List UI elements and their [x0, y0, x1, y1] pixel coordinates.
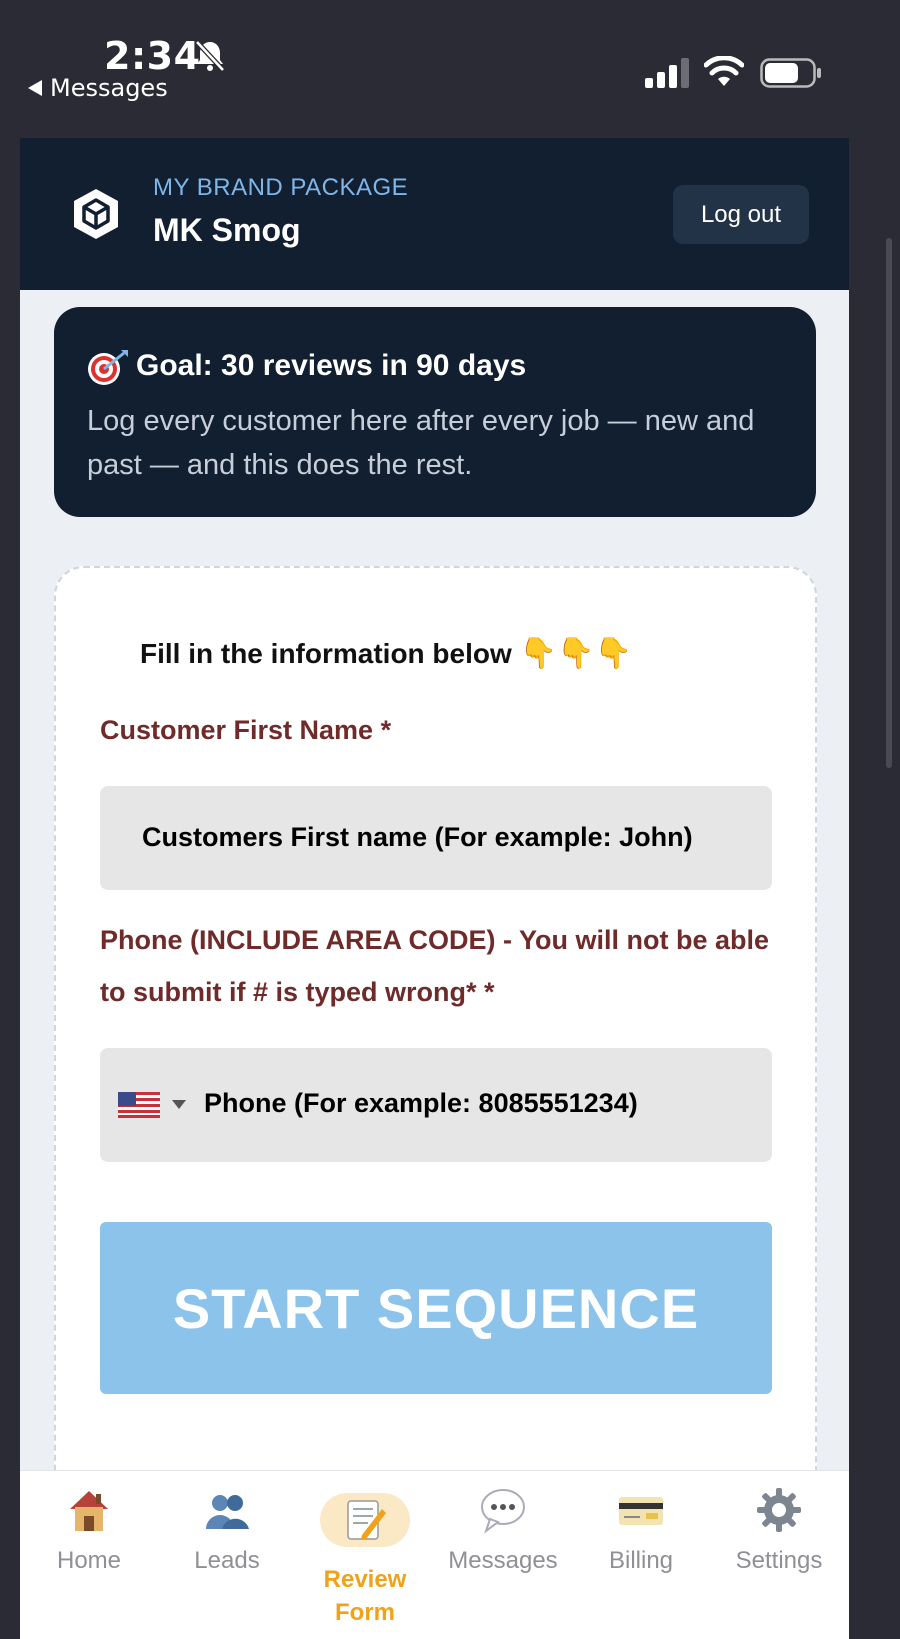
nav-item-messages[interactable]: Messages — [434, 1471, 572, 1639]
phone-input[interactable]: Phone (For example: 8085551234) — [100, 1048, 772, 1162]
scrollbar[interactable] — [886, 238, 892, 768]
first-name-placeholder: Customers First name (For example: John) — [142, 822, 693, 852]
nav-item-home[interactable]: Home — [20, 1471, 158, 1639]
nav-label-messages: Messages — [448, 1547, 558, 1574]
nav-item-settings[interactable]: Settings — [710, 1471, 848, 1639]
clock: 2:34 — [104, 34, 201, 78]
start-sequence-button[interactable]: START SEQUENCE — [100, 1222, 772, 1394]
house-icon — [70, 1491, 108, 1531]
wifi-icon — [704, 56, 744, 86]
back-label: Messages — [50, 74, 168, 102]
cube-icon — [74, 189, 118, 239]
form-intro-text: Fill in the information below — [140, 637, 512, 669]
memo-icon — [347, 1500, 386, 1540]
first-name-label: Customer First Name * — [100, 715, 392, 745]
credit-card-icon — [619, 1497, 663, 1525]
app-window: MY BRAND PACKAGE MK Smog Log out Goal: 3… — [20, 138, 849, 1639]
nav-label-review-form: Review Form — [323, 1566, 407, 1626]
first-name-input[interactable]: Customers First name (For example: John) — [100, 786, 772, 890]
chat-bubble-icon — [481, 1489, 525, 1534]
back-to-messages-link[interactable]: Messages — [28, 74, 168, 102]
nav-label-settings: Settings — [735, 1547, 823, 1574]
form-intro: Fill in the information below 👇👇👇 — [140, 636, 632, 671]
battery-icon — [760, 58, 821, 88]
goal-description: Log every customer here after every job … — [87, 405, 755, 481]
goal-title: Goal: 30 reviews in 90 days — [136, 349, 527, 382]
nav-label-leads: Leads — [194, 1547, 260, 1574]
signal-icon — [645, 58, 689, 88]
nav-item-review-form[interactable]: Review Form — [296, 1471, 434, 1639]
logout-button[interactable]: Log out — [673, 185, 809, 244]
status-bar: 2:34 Messages — [0, 0, 900, 138]
nav-label-home: Home — [56, 1547, 122, 1574]
nav-label-billing: Billing — [608, 1547, 674, 1574]
people-icon — [206, 1495, 249, 1529]
target-icon — [88, 350, 128, 385]
brand-eyebrow: MY BRAND PACKAGE — [153, 174, 409, 201]
phone-label: Phone (INCLUDE AREA CODE) - You will not… — [100, 925, 770, 1007]
phone-placeholder: Phone (For example: 8085551234) — [204, 1088, 638, 1118]
pointing-down-icon: 👇👇👇 — [519, 637, 632, 670]
bell-slash-icon — [195, 40, 225, 72]
brand-name: MK Smog — [153, 212, 301, 248]
country-dropdown-caret-icon[interactable] — [172, 1100, 186, 1109]
nav-item-leads[interactable]: Leads — [158, 1471, 296, 1639]
goal-card: Goal: 30 reviews in 90 days Log every cu… — [54, 307, 816, 517]
app-header: MY BRAND PACKAGE MK Smog Log out — [20, 138, 849, 290]
us-flag-icon[interactable] — [118, 1092, 160, 1118]
gear-icon — [757, 1488, 801, 1532]
bottom-nav: Home Leads Review Form Messages Billing … — [20, 1470, 849, 1639]
nav-item-billing[interactable]: Billing — [572, 1471, 710, 1639]
back-arrow-icon — [28, 80, 42, 96]
